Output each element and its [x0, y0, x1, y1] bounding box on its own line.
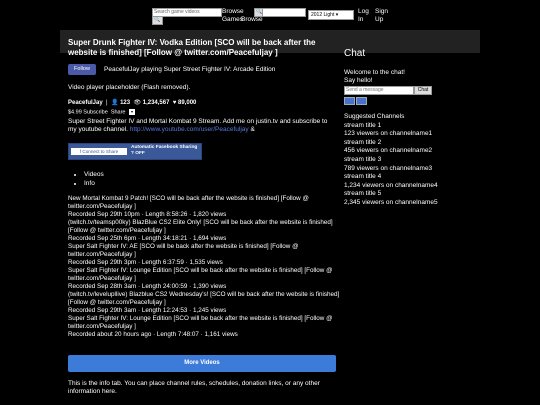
- browse-input[interactable]: [262, 8, 306, 17]
- facebook-connect-button[interactable]: f Connect to Share: [71, 148, 127, 155]
- login-link[interactable]: Log In: [358, 8, 369, 24]
- chat-message: Say hello!: [344, 77, 373, 84]
- suggested-channels: Suggested Channels stream title 1 123 vi…: [344, 113, 438, 208]
- suggested-item[interactable]: 123 viewers on channelname1: [344, 130, 438, 139]
- video-meta: Recorded Sep 29th 3am · Length 12:24:53 …: [68, 307, 227, 314]
- theme-select-value: 2012 Light: [311, 12, 335, 18]
- video-title[interactable]: (twitch.tv/levelupllive) Blazblue CS2 We…: [68, 291, 340, 307]
- suggested-item[interactable]: stream title 4: [344, 173, 438, 182]
- search-icon[interactable]: 🔍: [152, 16, 163, 25]
- facebook-share-widget[interactable]: f Connect to Share Automatic Facebook Sh…: [68, 143, 202, 160]
- chat-settings-icon[interactable]: [356, 97, 367, 105]
- video-meta: Recorded Sep 29th 3pm · Length 6:37:59 ·…: [68, 259, 223, 266]
- chat-users-icon[interactable]: [344, 97, 355, 105]
- stream-status: PeacefulJay playing Super Street Fighter…: [104, 66, 276, 73]
- video-meta: Recorded Sep 25th 6pm · Length 34:18:21 …: [68, 235, 227, 242]
- video-list: New Mortal Kombat 9 Patch! [SCO will be …: [68, 195, 340, 339]
- video-meta: Recorded Sep 28th 3am · Length 24:00:59 …: [68, 283, 227, 290]
- info-tab-text: This is the info tab. You can place chan…: [68, 380, 320, 395]
- chat-messages: Welcome to the chat! Say hello!: [344, 69, 405, 85]
- view-count: 1,234,567: [142, 100, 170, 106]
- suggested-item[interactable]: 456 viewers on channelname2: [344, 147, 438, 156]
- suggested-item[interactable]: stream title 2: [344, 139, 438, 148]
- description-tail: &: [248, 126, 255, 133]
- signup-link[interactable]: Sign Up: [375, 8, 389, 24]
- viewers-icon: 👤: [110, 100, 119, 106]
- channel-description: Super Street Fighter IV and Mortal Komba…: [68, 118, 332, 134]
- suggested-item[interactable]: stream title 3: [344, 156, 438, 165]
- video-title[interactable]: New Mortal Kombat 9 Patch! [SCO will be …: [68, 195, 340, 211]
- suggested-item[interactable]: 789 viewers on channelname3: [344, 165, 438, 174]
- suggested-item[interactable]: stream title 1: [344, 122, 438, 131]
- suggested-item[interactable]: 2,345 viewers on channelname5: [344, 199, 438, 208]
- facebook-auto-share-toggle[interactable]: Automatic Facebook Sharing ? OFF: [131, 145, 199, 157]
- tab-list: Videos Info: [78, 170, 104, 188]
- video-title[interactable]: (twitch.tv/teamsp00ky) BlazBlue CS2 Elit…: [68, 219, 340, 235]
- tab-videos[interactable]: Videos: [84, 170, 104, 179]
- video-meta: Recorded Sep 29th 10pm · Length 8:58:26 …: [68, 211, 227, 218]
- chat-title: Chat: [344, 48, 366, 59]
- follower-count: 89,000: [178, 100, 197, 106]
- video-player-placeholder: Video player placeholder (Flash removed)…: [68, 84, 191, 91]
- chat-message: Welcome to the chat!: [344, 69, 405, 76]
- youtube-link[interactable]: http://www.youtube.com/user/Peacefuljay: [130, 126, 249, 133]
- video-title[interactable]: Super Salt Fighter IV: Lounge Edition [S…: [68, 267, 340, 283]
- tab-info[interactable]: Info: [84, 179, 104, 188]
- subscribe-link[interactable]: $4.99 Subscribe: [68, 109, 108, 115]
- channel-stats: PeacefulJay | 👤 123 👁 1,234,567 ♥ 89,000: [68, 100, 197, 106]
- theme-select[interactable]: 2012 Light ▾: [308, 10, 354, 20]
- video-meta: Recorded about 20 hours ago · Length 7:4…: [68, 331, 238, 338]
- channel-name[interactable]: PeacefulJay: [68, 100, 103, 106]
- share-label[interactable]: Share: [111, 109, 126, 115]
- share-row: $4.99 Subscribe Share ▾: [68, 109, 136, 115]
- chat-send-button[interactable]: Chat: [414, 86, 432, 95]
- suggested-item[interactable]: 1,234 viewers on channelname4: [344, 182, 438, 191]
- video-title[interactable]: Super Salt Fighter IV: AE [SCO will be b…: [68, 243, 340, 259]
- video-title[interactable]: Super Salt Fighter IV: Lounge Edition [S…: [68, 315, 340, 331]
- chat-input[interactable]: Send a message: [344, 86, 414, 95]
- viewer-count: 123: [120, 100, 131, 106]
- views-icon: 👁: [133, 100, 142, 106]
- browse-link[interactable]: Browse: [241, 16, 263, 24]
- more-videos-button[interactable]: More Videos: [68, 355, 336, 372]
- suggested-item[interactable]: stream title 5: [344, 190, 438, 199]
- suggested-title: Suggested Channels: [344, 113, 405, 120]
- page-title: Super Drunk Fighter IV: Vodka Edition [S…: [68, 38, 316, 57]
- share-menu-icon[interactable]: ▾: [129, 109, 136, 115]
- top-bar: Search game videos 🔍 Browse Games 🔍 Brow…: [0, 0, 540, 27]
- heart-icon: ♥: [172, 100, 177, 106]
- follow-button[interactable]: Follow: [68, 64, 96, 75]
